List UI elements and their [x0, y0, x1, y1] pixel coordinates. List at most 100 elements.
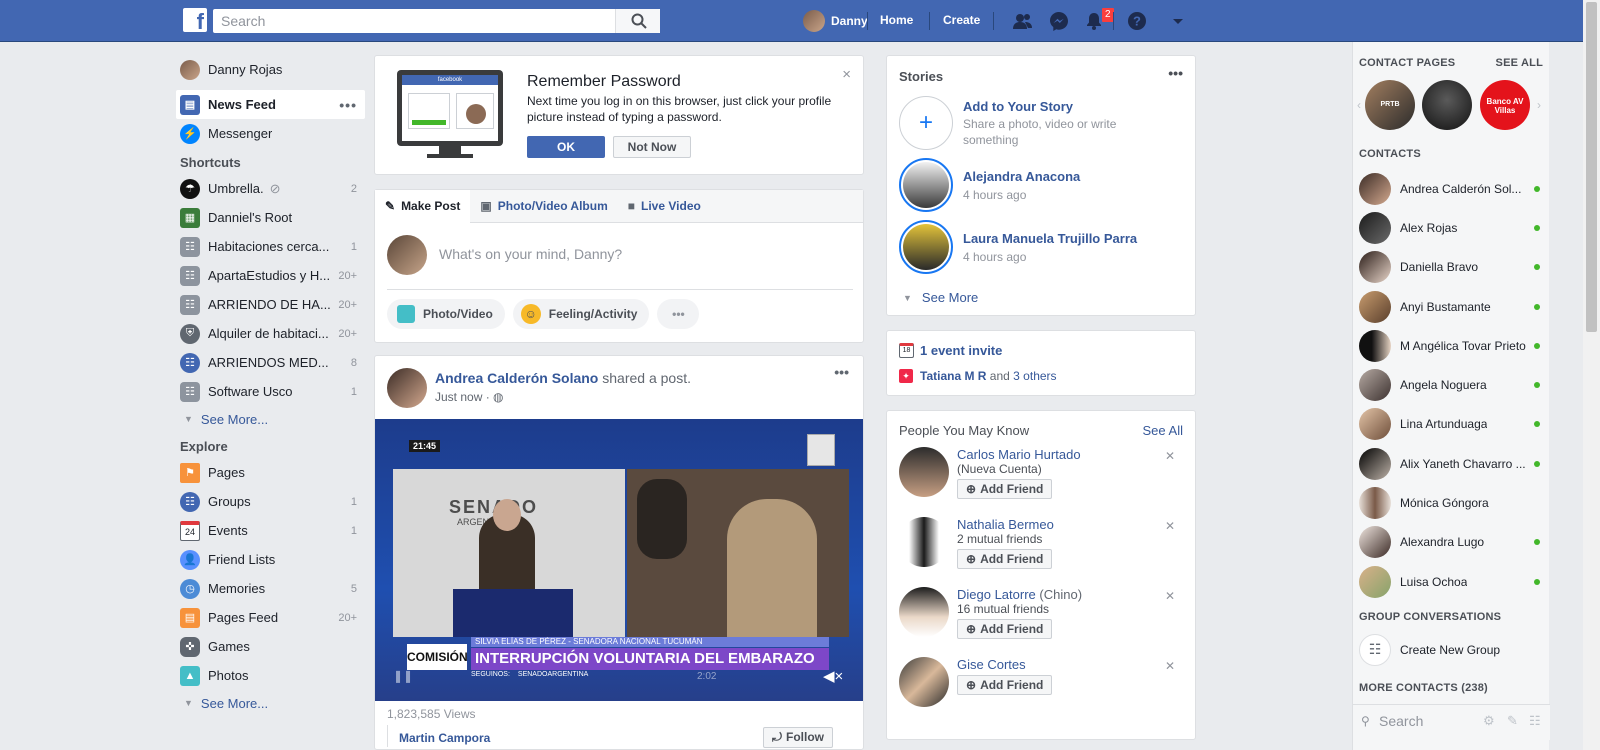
help-icon[interactable]: ?	[1127, 11, 1147, 31]
friend-requests-icon[interactable]	[1013, 11, 1033, 31]
contact-item[interactable]: Andrea Calderón Sol...	[1353, 169, 1550, 208]
sidebar-shortcut-item[interactable]: ▦ Danniel's Root	[180, 203, 365, 232]
sidebar-item-profile[interactable]: Danny Rojas	[180, 55, 365, 84]
person-name-link[interactable]: Diego Latorre	[957, 587, 1036, 602]
sidebar-item-groups[interactable]: ☷ Groups 1	[180, 487, 365, 516]
avatar[interactable]	[387, 368, 427, 408]
sidebar-shortcut-item[interactable]: ☷ ARRIENDOS MED... 8	[180, 348, 365, 377]
add-friend-button[interactable]: ⊕ Add Friend	[957, 479, 1053, 499]
story-item[interactable]: Alejandra Anacona 4 hours ago	[899, 154, 1189, 216]
avatar[interactable]	[899, 657, 949, 707]
contact-item[interactable]: Anyi Bustamante	[1353, 287, 1550, 326]
tab-live-video[interactable]: ■ Live Video	[618, 199, 711, 213]
search-button[interactable]	[615, 9, 660, 33]
contact-item[interactable]: Mónica Góngora	[1353, 483, 1550, 522]
avatar[interactable]	[899, 517, 949, 567]
more-options-icon[interactable]: •••	[834, 364, 849, 380]
sidebar-shortcut-item[interactable]: ☷ Habitaciones cerca... 1	[180, 232, 365, 261]
sidebar-shortcut-item[interactable]: ☂ Umbrella. ⊘ 2	[180, 174, 365, 203]
person-name-link[interactable]: Gise Cortes	[957, 657, 1026, 672]
chevron-left-icon[interactable]: ‹	[1357, 98, 1361, 112]
close-icon[interactable]: ✕	[1165, 519, 1175, 533]
see-all-pages-link[interactable]: SEE ALL	[1496, 57, 1543, 69]
add-friend-button[interactable]: ⊕ Add Friend	[957, 675, 1053, 695]
sidebar-item-news-feed[interactable]: ▤ News Feed •••	[176, 90, 365, 119]
close-icon[interactable]: ✕	[1165, 659, 1175, 673]
birthday-row[interactable]: ✦ Tatiana M R and 3 others	[899, 369, 1057, 383]
chevron-right-icon[interactable]: ›	[1537, 98, 1541, 112]
add-friend-button[interactable]: ⊕ Add Friend	[957, 619, 1053, 639]
sidebar-item-friend-lists[interactable]: 👤 Friend Lists	[180, 545, 365, 574]
compose-icon[interactable]: ✎	[1507, 713, 1518, 729]
contact-item[interactable]: Lina Artunduaga	[1353, 405, 1550, 444]
video-player[interactable]: 21:45 SENADO ARGENTINA COMISIÓN SILVIA E…	[375, 419, 863, 701]
avatar[interactable]	[899, 587, 949, 637]
profile-link[interactable]: Danny	[803, 10, 868, 32]
sidebar-shortcut-item[interactable]: ⛨ Alquiler de habitaci... 20+	[180, 319, 365, 348]
ok-button[interactable]: OK	[527, 136, 605, 158]
close-icon[interactable]: ✕	[1165, 589, 1175, 603]
event-invite-row[interactable]: 18 1 event invite	[899, 343, 1002, 358]
person-name-link[interactable]: Carlos Mario Hurtado	[957, 447, 1081, 462]
gear-icon[interactable]: ⚙	[1483, 713, 1495, 729]
contact-item[interactable]: M Angélica Tovar Prieto	[1353, 326, 1550, 365]
more-contacts-heading[interactable]: MORE CONTACTS (238)	[1359, 682, 1488, 694]
contact-item[interactable]: Luisa Ochoa	[1353, 562, 1550, 601]
more-options-icon[interactable]: •••	[1168, 65, 1183, 81]
person-name-link[interactable]: Nathalia Bermeo	[957, 517, 1054, 532]
see-all-link[interactable]: See All	[1143, 423, 1183, 438]
contact-page-avatar[interactable]: PRTB	[1365, 80, 1415, 130]
sidebar-item-photos[interactable]: ▲ Photos	[180, 661, 365, 690]
contact-page-avatar[interactable]	[1422, 80, 1472, 130]
post-timestamp[interactable]: Just now · ◍	[435, 390, 504, 404]
search-input[interactable]: Search	[213, 9, 660, 33]
photo-video-button[interactable]: Photo/Video	[387, 299, 505, 329]
sidebar-shortcut-item[interactable]: ☷ Software Usco 1	[180, 377, 365, 406]
tab-make-post[interactable]: ✎ Make Post	[375, 189, 471, 223]
create-new-group-item[interactable]: ☷ Create New Group	[1353, 630, 1550, 669]
shared-from-link[interactable]: Martin Campora	[399, 731, 490, 745]
story-item[interactable]: Laura Manuela Trujillo Parra 4 hours ago	[899, 216, 1189, 278]
sidebar-item-memories[interactable]: ◷ Memories 5	[180, 574, 365, 603]
more-options-icon[interactable]: •••	[339, 97, 357, 113]
see-more-shortcuts-link[interactable]: ▼ See More...	[180, 406, 365, 432]
see-more-explore-link[interactable]: ▼ See More...	[180, 690, 365, 716]
close-icon[interactable]: ×	[842, 66, 851, 83]
whats-on-your-mind-input[interactable]: What's on your mind, Danny?	[439, 246, 622, 262]
scrollbar-thumb[interactable]	[1586, 2, 1597, 332]
contact-item[interactable]: Alexandra Lugo	[1353, 523, 1550, 562]
post-author-link[interactable]: Andrea Calderón Solano	[435, 370, 598, 386]
facebook-logo-icon[interactable]: f	[183, 8, 207, 34]
page-scrollbar[interactable]	[1583, 0, 1600, 750]
messenger-icon[interactable]	[1049, 11, 1069, 31]
sidebar-item-pages-feed[interactable]: ▤ Pages Feed 20+	[180, 603, 365, 632]
stories-see-more-link[interactable]: ▼ See More	[903, 290, 978, 305]
feeling-activity-button[interactable]: ☺ Feeling/Activity	[512, 299, 650, 329]
contact-item[interactable]: Daniella Bravo	[1353, 248, 1550, 287]
new-group-icon[interactable]: ☷	[1529, 713, 1541, 729]
contact-page-avatar[interactable]: Banco AV Villas	[1480, 80, 1530, 130]
mute-icon[interactable]: ◀×	[823, 667, 843, 685]
more-options-icon[interactable]: •••	[657, 299, 700, 329]
chat-search-input[interactable]: Search	[1379, 713, 1423, 729]
avatar[interactable]	[899, 447, 949, 497]
follow-button[interactable]: ⤾ Follow	[763, 727, 833, 748]
contact-item[interactable]: Alex Rojas	[1353, 208, 1550, 247]
sidebar-item-messenger[interactable]: ⚡ Messenger	[180, 119, 365, 148]
pause-icon[interactable]: ❚❚	[393, 669, 413, 683]
sidebar-item-pages[interactable]: ⚑ Pages	[180, 458, 365, 487]
home-link[interactable]: Home	[880, 13, 913, 27]
sidebar-item-events[interactable]: 24 Events 1	[180, 516, 365, 545]
sidebar-shortcut-item[interactable]: ☷ ApartaEstudios y H... 20+	[180, 261, 365, 290]
account-menu-chevron-icon[interactable]	[1168, 11, 1188, 31]
not-now-button[interactable]: Not Now	[613, 136, 691, 158]
sidebar-item-games[interactable]: ✜ Games	[180, 632, 365, 661]
add-to-story-item[interactable]: + Add to Your Story Share a photo, video …	[899, 92, 1189, 154]
contact-item[interactable]: Angela Noguera	[1353, 365, 1550, 404]
tab-photo-video-album[interactable]: ▣ Photo/Video Album	[470, 199, 617, 213]
contact-item[interactable]: Alix Yaneth Chavarro ...	[1353, 444, 1550, 483]
sidebar-shortcut-item[interactable]: ☷ ARRIENDO DE HA... 20+	[180, 290, 365, 319]
close-icon[interactable]: ✕	[1165, 449, 1175, 463]
create-link[interactable]: Create	[943, 13, 980, 27]
add-friend-button[interactable]: ⊕ Add Friend	[957, 549, 1053, 569]
